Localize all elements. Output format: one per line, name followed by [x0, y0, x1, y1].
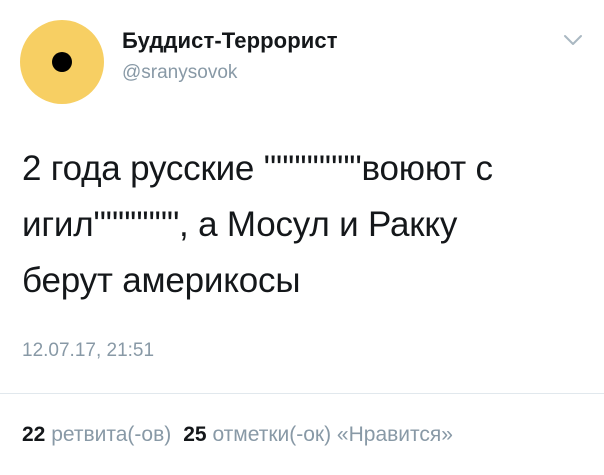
avatar-dot-icon: [52, 52, 72, 72]
likes-count: 25: [183, 423, 207, 446]
tweet-text-line: берут америкосы: [22, 261, 301, 300]
author-display-name[interactable]: Буддист-Террорист: [122, 28, 338, 54]
likes-stat[interactable]: 25 отметки(-ок) «Нравится»: [183, 423, 453, 446]
chevron-down-icon[interactable]: [562, 32, 584, 48]
author-handle[interactable]: @sranysovok: [122, 62, 237, 84]
divider: [0, 393, 604, 394]
likes-label: отметки(-ок) «Нравится»: [212, 423, 453, 446]
tweet-timestamp[interactable]: 12.07.17, 21:51: [22, 340, 154, 362]
retweets-stat[interactable]: 22 ретвита(-ов): [22, 423, 171, 446]
tweet-text-line: 2 года русские """"""""воюют с: [22, 149, 493, 188]
retweets-count: 22: [22, 423, 46, 446]
tweet-text-line: игил""""""", а Мосул и Ракку: [22, 205, 458, 244]
tweet-text: 2 года русские """"""""воюют с игил"""""…: [22, 141, 587, 309]
avatar[interactable]: [20, 20, 104, 104]
tweet-stats: 22 ретвита(-ов) 25 отметки(-ок) «Нравится…: [22, 423, 453, 447]
retweets-label: ретвита(-ов): [51, 423, 172, 446]
